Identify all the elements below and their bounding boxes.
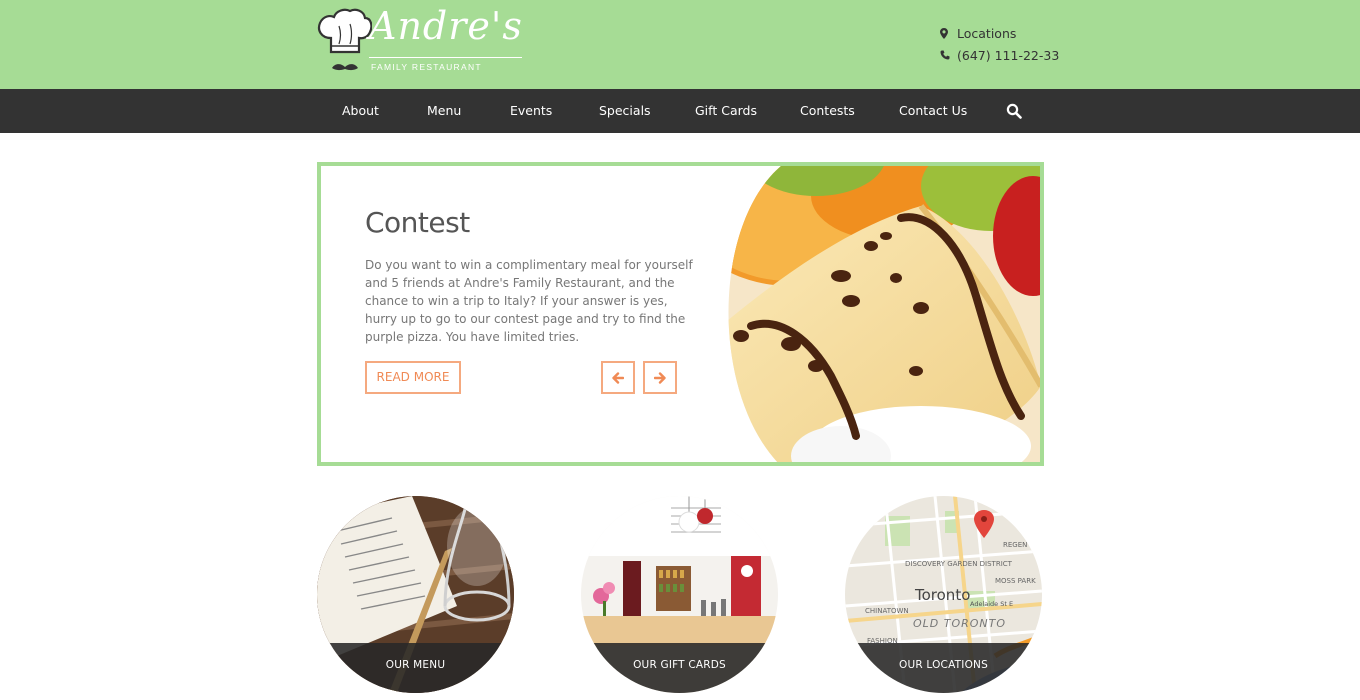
our-locations-card[interactable]: DISCOVERY GARDEN DISTRICT CHINATOWN Toro… (845, 496, 1042, 693)
our-menu-label: OUR MENU (317, 643, 514, 693)
map-label-city: Toronto (914, 586, 970, 604)
slide-dessert-image (728, 166, 1040, 462)
arrow-left-icon (612, 371, 624, 384)
map-marker-icon (940, 27, 957, 39)
slide-description: Do you want to win a complimentary meal … (365, 258, 693, 344)
locations-label: Locations (957, 25, 1017, 41)
our-menu-card[interactable]: OUR MENU (317, 496, 514, 693)
nav-menu[interactable]: Menu (427, 89, 461, 133)
nav-events[interactable]: Events (510, 89, 552, 133)
nav-specials[interactable]: Specials (599, 89, 651, 133)
nav-gift-cards[interactable]: Gift Cards (695, 89, 757, 133)
locations-link[interactable]: Locations (940, 22, 1059, 44)
our-gift-cards-label: OUR GIFT CARDS (581, 643, 778, 693)
map-label-old-toronto: OLD TORONTO (913, 617, 1006, 630)
phone-number: (647) 111-22-33 (957, 47, 1060, 63)
logo-tagline: FAMILY RESTAURANT (371, 62, 482, 72)
logo-script-name: Andre's (369, 4, 523, 48)
phone-icon (940, 50, 957, 60)
read-more-button[interactable]: READ MORE (365, 361, 461, 394)
slider-prev-button[interactable] (601, 361, 635, 394)
map-label-moss-park: MOSS PARK (995, 577, 1036, 585)
logo[interactable]: Andre's FAMILY RESTAURANT (317, 4, 527, 78)
contact-info: Locations (647) 111-22-33 (940, 22, 1059, 66)
map-label-chinatown: CHINATOWN (865, 607, 909, 615)
map-label-regent: REGEN (1003, 541, 1027, 549)
slider-next-button[interactable] (643, 361, 677, 394)
hero-slider: Contest Do you want to win a complimenta… (317, 162, 1044, 466)
header-bar: Andre's FAMILY RESTAURANT Locations (647… (0, 0, 1360, 89)
arrow-right-icon (654, 371, 666, 384)
slide-title: Contest (365, 206, 470, 239)
chef-hat-icon (317, 8, 372, 71)
map-label-discovery: DISCOVERY GARDEN DISTRICT (905, 560, 1013, 568)
map-label-adelaide: Adelaide St E (970, 600, 1013, 608)
search-icon[interactable] (1006, 103, 1022, 119)
phone-link[interactable]: (647) 111-22-33 (940, 44, 1059, 66)
nav-contact-us[interactable]: Contact Us (899, 89, 967, 133)
main-nav: About Menu Events Specials Gift Cards Co… (0, 89, 1360, 133)
logo-divider (369, 57, 522, 58)
our-gift-cards-card[interactable]: OUR GIFT CARDS (581, 496, 778, 693)
nav-contests[interactable]: Contests (800, 89, 855, 133)
nav-about[interactable]: About (342, 89, 379, 133)
our-locations-label: OUR LOCATIONS (845, 643, 1042, 693)
